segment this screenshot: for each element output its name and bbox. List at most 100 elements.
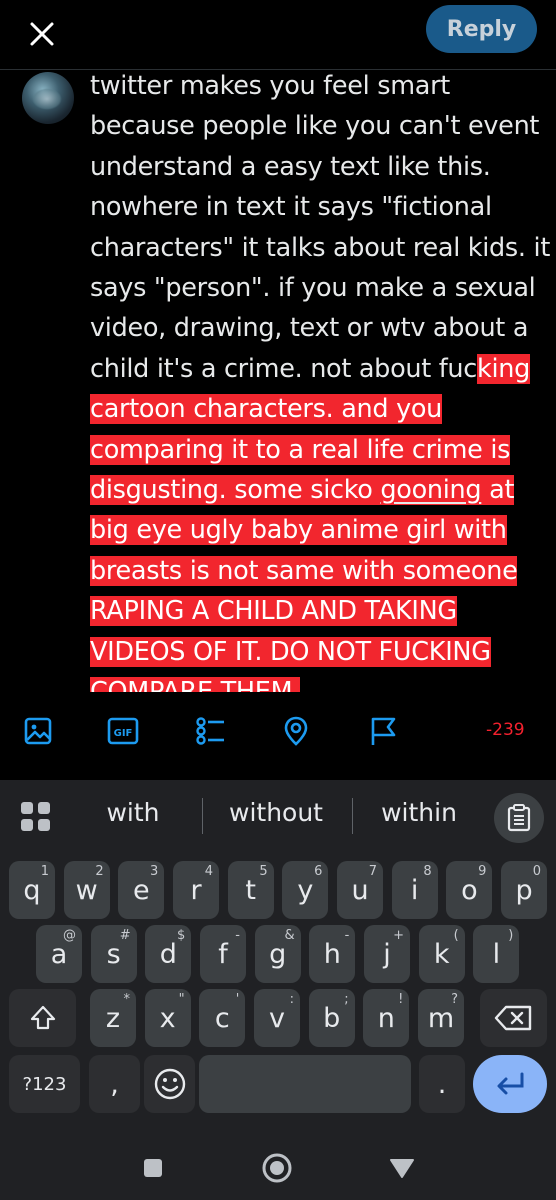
key-alt-char: - [235, 928, 240, 943]
clipboard-button[interactable] [494, 793, 544, 843]
key-letter: a [50, 938, 68, 970]
shift-icon [30, 1005, 55, 1030]
image-icon [24, 717, 52, 745]
key-letter: g [269, 938, 287, 970]
key-letter: o [461, 874, 478, 906]
location-button[interactable] [279, 714, 313, 748]
key-g[interactable]: g & [254, 925, 301, 983]
key-letter: x [159, 1002, 176, 1034]
comma-key[interactable]: , [89, 1055, 140, 1113]
poll-button[interactable] [193, 714, 227, 748]
key-v[interactable]: v: [254, 989, 300, 1047]
key-t[interactable]: t5 [227, 861, 274, 919]
enter-icon [497, 1072, 524, 1095]
location-pin-icon [284, 716, 308, 746]
reply-button[interactable]: Reply [426, 5, 537, 53]
enter-key[interactable] [473, 1055, 547, 1113]
key-i[interactable]: i8 [391, 861, 438, 919]
flag-icon [371, 717, 396, 745]
compose-text-within-limit: twitter makes you feel smart because peo… [90, 71, 550, 384]
suggestion-divider [352, 798, 353, 834]
gif-icon: GIF [107, 717, 139, 745]
key-w[interactable]: w2 [63, 861, 110, 919]
spellcheck-underlined-word[interactable]: gooning [380, 475, 481, 505]
key-alt-char: 7 [368, 864, 378, 879]
key-letter: z [105, 1002, 121, 1034]
key-s[interactable]: s # [90, 925, 137, 983]
key-alt-char: 3 [150, 864, 159, 879]
key-c[interactable]: c ' [199, 989, 246, 1047]
key-d[interactable]: d $ [145, 925, 192, 983]
key-u[interactable]: u7 [337, 861, 384, 919]
key-alt-char: @ [63, 928, 76, 943]
backspace-key[interactable] [480, 989, 547, 1047]
key-j[interactable]: j + [364, 925, 411, 983]
period-key[interactable]: . [419, 1055, 465, 1113]
compose-toolbar: GIF -239 [0, 692, 556, 780]
key-alt-char: $ [177, 928, 186, 943]
key-letter: v [269, 1002, 285, 1034]
gif-button[interactable]: GIF [106, 714, 140, 748]
key-f[interactable]: f- [200, 925, 246, 983]
key-letter: f [218, 938, 228, 970]
key-alt-char: 1 [40, 864, 49, 879]
key-alt-char: ( [453, 928, 459, 943]
key-letter: m [427, 1002, 455, 1034]
back-button[interactable] [386, 1152, 418, 1184]
key-e[interactable]: e3 [118, 861, 165, 919]
key-q[interactable]: q1 [9, 861, 55, 919]
suggestion-bar: with without within [0, 780, 556, 848]
key-alt-char: 9 [478, 864, 487, 879]
symbols-key[interactable]: ?123 [9, 1055, 80, 1113]
key-alt-char: & [284, 928, 295, 943]
key-alt-char: 6 [314, 864, 323, 879]
key-b[interactable]: b; [308, 989, 355, 1047]
square-icon [144, 1159, 162, 1177]
key-a[interactable]: a @ [36, 925, 82, 983]
key-x[interactable]: x " [144, 989, 191, 1047]
flag-button[interactable] [366, 714, 400, 748]
key-o[interactable]: o9 [446, 861, 493, 919]
triangle-down-icon [390, 1159, 414, 1178]
close-button[interactable] [22, 14, 62, 54]
key-h[interactable]: h- [309, 925, 356, 983]
compose-text-over-limit: king cartoon characters. and you compari… [90, 353, 530, 692]
key-r[interactable]: r4 [173, 861, 219, 919]
key-letter: c [214, 1002, 230, 1034]
key-letter: r [190, 874, 202, 906]
compose-text: twitter makes you feel smart because peo… [90, 66, 550, 692]
recents-button[interactable] [137, 1152, 169, 1184]
key-alt-char: : [289, 992, 294, 1007]
key-letter: w [75, 874, 98, 906]
key-alt-char: # [119, 928, 131, 943]
key-alt-char: - [344, 928, 350, 943]
key-z[interactable]: z * [90, 989, 136, 1047]
key-alt-char: 5 [259, 864, 268, 879]
key-letter: k [433, 938, 450, 970]
key-y[interactable]: y6 [282, 861, 329, 919]
emoji-key[interactable] [144, 1055, 195, 1113]
key-m[interactable]: m? [418, 989, 465, 1047]
media-button[interactable] [21, 714, 55, 748]
key-k[interactable]: k( [418, 925, 465, 983]
key-alt-char: 8 [423, 864, 432, 879]
key-alt-char: " [178, 992, 185, 1007]
avatar[interactable] [22, 72, 74, 124]
key-p[interactable]: p0 [501, 861, 548, 919]
suggestion-2[interactable]: without [206, 798, 346, 827]
key-alt-char: ' [235, 992, 240, 1007]
key-n[interactable]: n! [363, 989, 410, 1047]
home-circle-icon [262, 1153, 292, 1183]
shift-key[interactable] [9, 989, 76, 1047]
key-alt-char: + [393, 928, 405, 943]
keyboard-menu-button[interactable] [20, 801, 52, 833]
suggestion-3[interactable]: within [358, 798, 480, 827]
compose-text-area[interactable]: twitter makes you feel smart because peo… [90, 66, 550, 692]
home-button[interactable] [261, 1152, 293, 1184]
grid-icon [21, 802, 50, 831]
space-key[interactable] [199, 1055, 411, 1113]
key-alt-char: ; [344, 992, 349, 1007]
key-l[interactable]: l) [473, 925, 520, 983]
backspace-icon [494, 1005, 531, 1031]
suggestion-1[interactable]: with [78, 798, 188, 827]
